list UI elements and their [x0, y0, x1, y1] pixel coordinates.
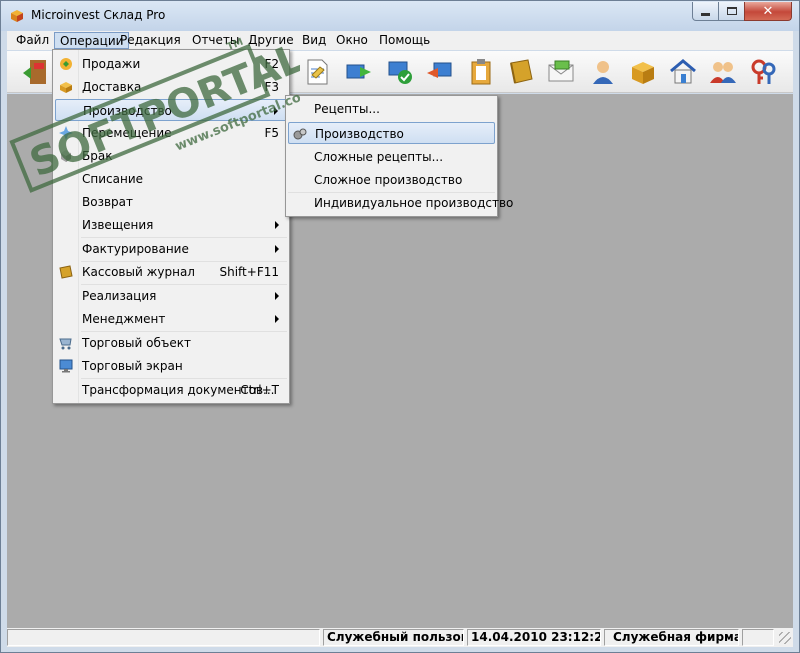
- status-user: Служебный пользователь: [323, 629, 464, 646]
- partners-button[interactable]: [707, 56, 739, 88]
- import-icon: [427, 62, 452, 78]
- menu-item-cash-book[interactable]: Кассовый журнал Shift+F11: [55, 261, 287, 283]
- resize-grip-icon[interactable]: [779, 632, 791, 644]
- status-panel-empty: [7, 629, 320, 646]
- envelope-money-icon: [548, 60, 574, 82]
- keys-icon: [751, 59, 776, 84]
- submenu-arrow-icon: [275, 221, 279, 229]
- confirm-button[interactable]: [385, 56, 417, 88]
- security-button[interactable]: [747, 56, 779, 88]
- menu-item-trade-object[interactable]: Торговый объект: [55, 332, 287, 354]
- objects-button[interactable]: [667, 56, 699, 88]
- goods-button[interactable]: [627, 56, 659, 88]
- check-icon: [388, 61, 412, 84]
- menu-item-recipes[interactable]: Рецепты...: [288, 98, 495, 120]
- maximize-button[interactable]: [718, 2, 745, 21]
- user-icon: [593, 61, 613, 84]
- submenu-arrow-icon: [274, 107, 278, 115]
- clipboard-icon: [471, 59, 491, 85]
- submenu-arrow-icon: [275, 315, 279, 323]
- operations-menu: Продажи F2 Доставка F3 Производство Пере…: [52, 49, 290, 404]
- house-icon: [670, 59, 696, 84]
- journal-button[interactable]: [505, 56, 537, 88]
- menu-item-realization[interactable]: Реализация: [55, 285, 287, 307]
- cash-book-icon: [59, 265, 73, 279]
- production-submenu: Рецепты... Производство Сложные рецепты.…: [285, 95, 513, 217]
- menu-item-trade-screen[interactable]: Торговый экран: [55, 355, 287, 377]
- status-datetime: 14.04.2010 23:12:24: [467, 629, 601, 646]
- menu-item-return[interactable]: Возврат: [55, 191, 287, 213]
- export-icon: [346, 64, 371, 79]
- menu-reports[interactable]: Отчеты: [187, 32, 244, 49]
- menu-other[interactable]: Другие: [243, 32, 299, 49]
- menu-item-transfer[interactable]: Перемещение F5: [55, 122, 287, 144]
- box-icon: [632, 62, 654, 84]
- close-icon: ✕: [762, 3, 774, 19]
- menu-item-document-transformation[interactable]: Трансформация документов... Ctrl+T: [55, 379, 287, 401]
- maximize-icon: [726, 7, 737, 15]
- menu-item-write-off[interactable]: Списание: [55, 168, 287, 190]
- users-icon: [710, 62, 736, 83]
- production-gears-icon: [293, 128, 307, 140]
- app-logo-icon: [11, 10, 23, 22]
- menu-item-individual-production[interactable]: Индивидуальное производство: [288, 192, 513, 214]
- status-bar: Служебный пользователь 14.04.2010 23:12:…: [7, 628, 793, 647]
- window-title: Microinvest Склад Pro: [31, 8, 166, 22]
- trade-object-icon: [59, 338, 72, 350]
- status-panel-extra: [742, 629, 774, 646]
- menu-help[interactable]: Помощь: [374, 32, 435, 49]
- close-button[interactable]: ✕: [744, 2, 792, 21]
- status-company: Служебная фирма: [604, 629, 739, 646]
- exit-button[interactable]: [19, 56, 51, 88]
- menu-item-sales[interactable]: Продажи F2: [55, 53, 287, 75]
- menu-window[interactable]: Окно: [331, 32, 373, 49]
- menu-item-notices[interactable]: Извещения: [55, 214, 287, 236]
- menu-edit[interactable]: Редакция: [115, 32, 186, 49]
- minimize-button[interactable]: [692, 2, 719, 21]
- menu-bar: Файл Операции Редакция Отчеты Другие Вид…: [7, 31, 793, 50]
- payments-button[interactable]: [545, 56, 577, 88]
- menu-item-delivery[interactable]: Доставка F3: [55, 76, 287, 98]
- exit-icon: [23, 60, 46, 84]
- book-icon: [510, 59, 533, 84]
- document-button[interactable]: [301, 56, 333, 88]
- user-button[interactable]: [587, 56, 619, 88]
- menu-item-management[interactable]: Менеджмент: [55, 308, 287, 330]
- document-icon: [307, 59, 328, 85]
- submenu-arrow-icon: [275, 292, 279, 300]
- submenu-arrow-icon: [275, 245, 279, 253]
- trade-screen-icon: [59, 359, 73, 373]
- menu-item-complex-production[interactable]: Сложное производство: [288, 169, 495, 191]
- menu-item-production-doc[interactable]: Производство: [288, 122, 495, 144]
- import-button[interactable]: [423, 56, 455, 88]
- minimize-icon: [701, 12, 710, 16]
- menu-view[interactable]: Вид: [297, 32, 331, 49]
- title-bar[interactable]: Microinvest Склад Pro ✕: [1, 1, 799, 31]
- menu-item-complex-recipes[interactable]: Сложные рецепты...: [288, 146, 495, 168]
- waste-icon: [61, 150, 71, 162]
- menu-file[interactable]: Файл: [11, 32, 54, 49]
- transfer-icon: [59, 126, 73, 140]
- clipboard-button[interactable]: [465, 56, 497, 88]
- export-button[interactable]: [343, 56, 375, 88]
- menu-item-invoicing[interactable]: Фактурирование: [55, 238, 287, 260]
- menu-item-production[interactable]: Производство: [55, 99, 287, 121]
- delivery-icon: [60, 82, 72, 93]
- menu-item-waste[interactable]: Брак: [55, 145, 287, 167]
- sales-icon: [60, 58, 72, 70]
